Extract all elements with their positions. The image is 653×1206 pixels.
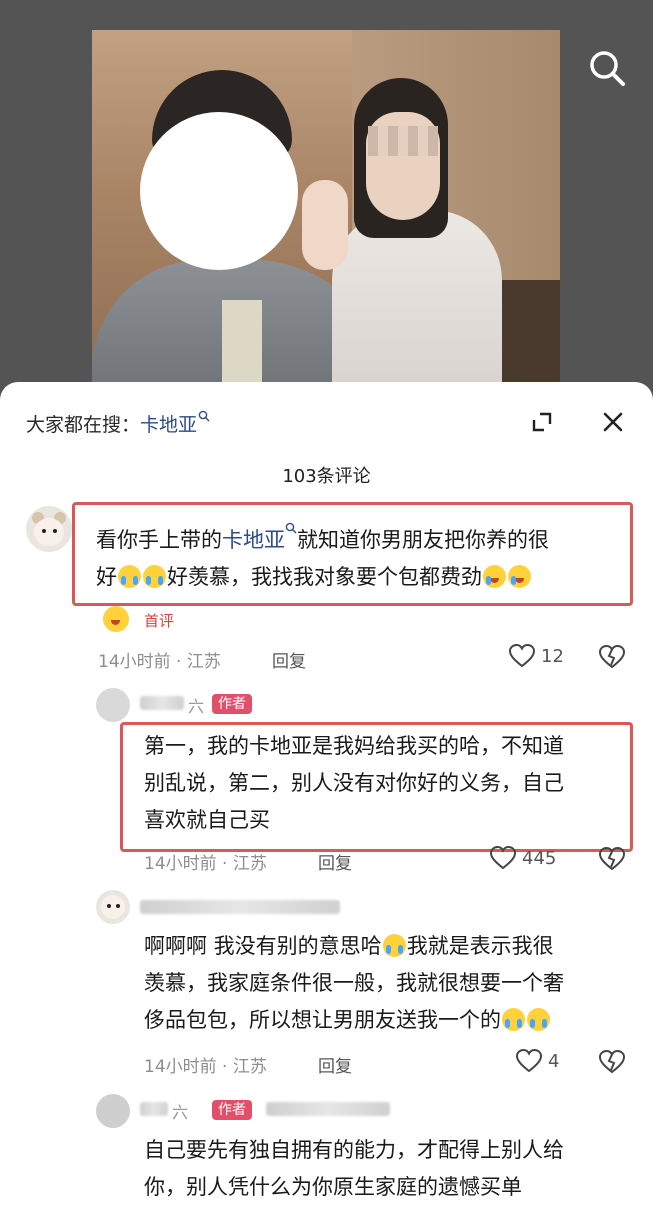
blurred-username — [140, 1102, 168, 1116]
crying-emoji-icon — [527, 1008, 550, 1031]
close-icon — [603, 412, 623, 432]
author-badge: 作者 — [212, 1100, 252, 1120]
keyword-link[interactable]: 卡地亚 — [222, 528, 285, 552]
comment-count: 103条评论 — [282, 466, 371, 487]
reply-button[interactable]: 回复 — [272, 647, 306, 672]
broken-heart-icon — [598, 1049, 626, 1074]
close-button[interactable] — [599, 408, 627, 436]
comment-time-location: 14小时前 · 江苏 — [98, 652, 221, 672]
first-comment-badge: 首评 — [144, 612, 175, 630]
trending-keyword[interactable]: 卡地亚 — [140, 414, 197, 436]
heart-icon — [509, 644, 535, 668]
like-count: 445 — [522, 847, 557, 869]
small-search-icon — [285, 522, 297, 534]
crying-emoji-icon — [382, 934, 406, 957]
small-search-icon — [198, 410, 210, 422]
like-button[interactable]: 4 — [516, 1049, 559, 1073]
search-icon — [590, 51, 625, 86]
expand-button[interactable] — [528, 408, 556, 436]
blurred-username — [140, 696, 184, 710]
face-blur-mask — [140, 112, 298, 270]
dislike-button[interactable] — [598, 644, 626, 669]
heart-icon — [516, 1049, 542, 1073]
first-comment-emoji-icon — [103, 606, 129, 632]
comment-time-location: 14小时前 · 江苏 — [144, 1057, 267, 1077]
mosaic-mask — [368, 126, 438, 156]
like-count: 4 — [548, 1050, 560, 1072]
peace-sign-hand — [302, 180, 348, 270]
like-button[interactable]: 12 — [509, 644, 564, 668]
reply-button[interactable]: 回复 — [318, 1052, 352, 1077]
crying-emoji-icon — [118, 565, 141, 588]
blurred-reply-target — [266, 1102, 390, 1116]
like-button[interactable]: 445 — [490, 846, 556, 870]
expand-icon — [532, 412, 552, 432]
avatar[interactable] — [96, 890, 130, 924]
dislike-button[interactable] — [598, 1049, 626, 1074]
username-fragment: 六 — [188, 697, 205, 716]
username-fragment: 六 — [172, 1103, 189, 1122]
like-count: 12 — [541, 645, 564, 667]
author-badge: 作者 — [212, 694, 252, 714]
comment-text: 自己要先有独自拥有的能力，才配得上别人给 你，别人凭什么为你原生家庭的遗憾买单 — [144, 1138, 564, 1199]
avatar[interactable] — [96, 1094, 130, 1128]
crying-emoji-icon — [502, 1008, 525, 1031]
avatar[interactable] — [96, 688, 130, 722]
trending-prefix: 大家都在搜： — [26, 414, 141, 436]
laughing-tears-emoji-icon — [508, 565, 531, 588]
trending-search-bar[interactable]: 大家都在搜：卡地亚 — [26, 410, 210, 437]
comments-sheet: 大家都在搜：卡地亚 103条评论 看你手上带的卡地亚 就知道你男朋友把你养的很 好… — [0, 382, 653, 1200]
crying-emoji-icon — [143, 565, 166, 588]
blurred-username — [140, 900, 340, 914]
broken-heart-icon — [598, 846, 626, 871]
laughing-tears-emoji-icon — [483, 565, 506, 588]
comment-text: 第一，我的卡地亚是我妈给我买的哈，不知道 别乱说，第二，别人没有对你好的义务，自… — [144, 734, 564, 832]
dislike-button[interactable] — [598, 846, 626, 871]
comment-time-location: 14小时前 · 江苏 — [144, 854, 267, 874]
search-button[interactable] — [585, 46, 629, 90]
heart-icon — [490, 846, 516, 870]
broken-heart-icon — [598, 644, 626, 669]
comment-text: 啊啊啊 我没有别的意思哈 我就是表示我很 羡慕，我家庭条件很一般，我就很想要一个奢… — [144, 934, 564, 1032]
comment-text: 看你手上带的卡地亚 就知道你男朋友把你养的很 好好羡慕，我找我对象要个包都费劲 — [96, 522, 626, 596]
avatar[interactable] — [26, 506, 72, 552]
video-preview[interactable] — [0, 0, 653, 400]
video-frame-photo — [92, 30, 560, 390]
reply-button[interactable]: 回复 — [318, 849, 352, 874]
